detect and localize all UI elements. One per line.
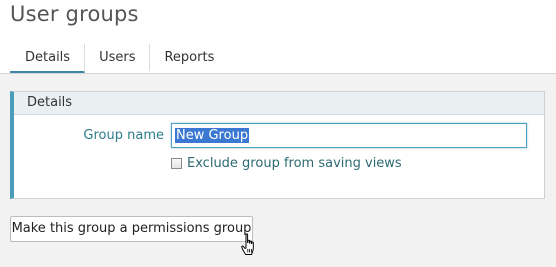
tab-bar: Details Users Reports [10, 44, 228, 74]
exclude-checkbox[interactable] [171, 157, 182, 169]
tab-details[interactable]: Details [10, 44, 86, 74]
group-name-value: New Group [175, 128, 250, 143]
details-panel-header: Details [14, 92, 544, 115]
content-area: Details Group name New Group Exclude gro… [0, 73, 556, 267]
exclude-checkbox-label[interactable]: Exclude group from saving views [187, 156, 402, 171]
details-panel: Details Group name New Group Exclude gro… [10, 91, 545, 199]
hand-pointer-icon [241, 233, 254, 255]
tab-users[interactable]: Users [85, 44, 151, 71]
exclude-checkbox-row[interactable]: Exclude group from saving views [171, 154, 402, 172]
group-name-input[interactable]: New Group [171, 123, 527, 148]
group-name-label: Group name [83, 128, 164, 143]
make-permissions-group-button[interactable]: Make this group a permissions group [10, 216, 253, 242]
page-title: User groups [10, 2, 139, 26]
tab-reports[interactable]: Reports [150, 44, 228, 71]
